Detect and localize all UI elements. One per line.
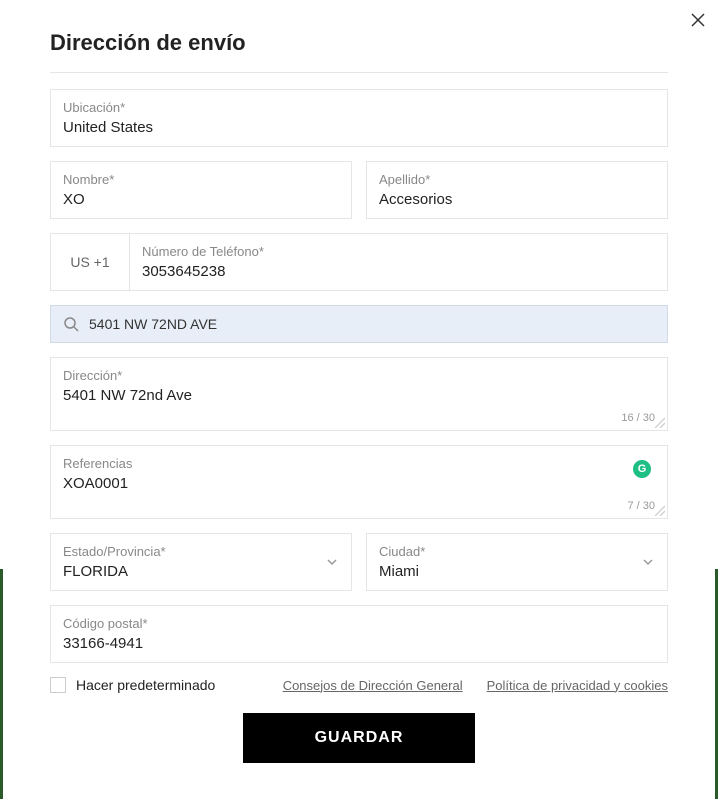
phone-field[interactable]: Número de Teléfono* 3053645238 (130, 233, 668, 291)
address-search-field[interactable]: 5401 NW 72ND AVE (50, 305, 668, 343)
references-value: XOA0001 (63, 475, 655, 492)
close-button[interactable] (688, 10, 708, 30)
location-field[interactable]: Ubicación* United States (50, 89, 668, 147)
city-dropdown[interactable]: Ciudad* Miami (366, 533, 668, 591)
city-label: Ciudad* (379, 544, 655, 559)
phone-prefix[interactable]: US +1 (50, 233, 130, 291)
location-value: United States (63, 119, 655, 136)
close-icon (690, 12, 706, 28)
address-tips-link[interactable]: Consejos de Dirección General (283, 678, 463, 693)
state-label: Estado/Provincia* (63, 544, 339, 559)
address-field[interactable]: Dirección* 5401 NW 72nd Ave 16 / 30 (50, 357, 668, 431)
postal-label: Código postal* (63, 616, 655, 631)
default-checkbox[interactable] (50, 677, 66, 693)
state-value: FLORIDA (63, 563, 339, 580)
address-label: Dirección* (63, 368, 655, 383)
side-accent-left (0, 569, 3, 799)
chevron-down-icon (641, 555, 655, 569)
resize-handle-icon[interactable] (655, 418, 665, 428)
first-name-field[interactable]: Nombre* XO (50, 161, 352, 219)
references-char-counter: 7 / 30 (63, 500, 655, 512)
phone-label: Número de Teléfono* (142, 244, 655, 259)
save-button[interactable]: GUARDAR (243, 713, 476, 763)
grammarly-icon[interactable]: G (633, 460, 651, 478)
chevron-down-icon (325, 555, 339, 569)
city-value: Miami (379, 563, 655, 580)
default-checkbox-label: Hacer predeterminado (76, 677, 215, 693)
last-name-field[interactable]: Apellido* Accesorios (366, 161, 668, 219)
references-label: Referencias (63, 456, 655, 471)
address-value: 5401 NW 72nd Ave (63, 387, 655, 404)
first-name-value: XO (63, 191, 339, 208)
privacy-link[interactable]: Política de privacidad y cookies (487, 678, 668, 693)
search-value: 5401 NW 72ND AVE (89, 316, 217, 332)
address-char-counter: 16 / 30 (63, 412, 655, 424)
last-name-label: Apellido* (379, 172, 655, 187)
postal-field[interactable]: Código postal* 33166-4941 (50, 605, 668, 663)
resize-handle-icon[interactable] (655, 506, 665, 516)
state-dropdown[interactable]: Estado/Provincia* FLORIDA (50, 533, 352, 591)
references-field[interactable]: Referencias XOA0001 G 7 / 30 (50, 445, 668, 519)
phone-value: 3053645238 (142, 263, 655, 280)
location-label: Ubicación* (63, 100, 655, 115)
last-name-value: Accesorios (379, 191, 655, 208)
first-name-label: Nombre* (63, 172, 339, 187)
postal-value: 33166-4941 (63, 635, 655, 652)
page-title: Dirección de envío (50, 30, 668, 73)
phone-prefix-value: US +1 (70, 254, 109, 270)
search-icon (63, 316, 79, 332)
